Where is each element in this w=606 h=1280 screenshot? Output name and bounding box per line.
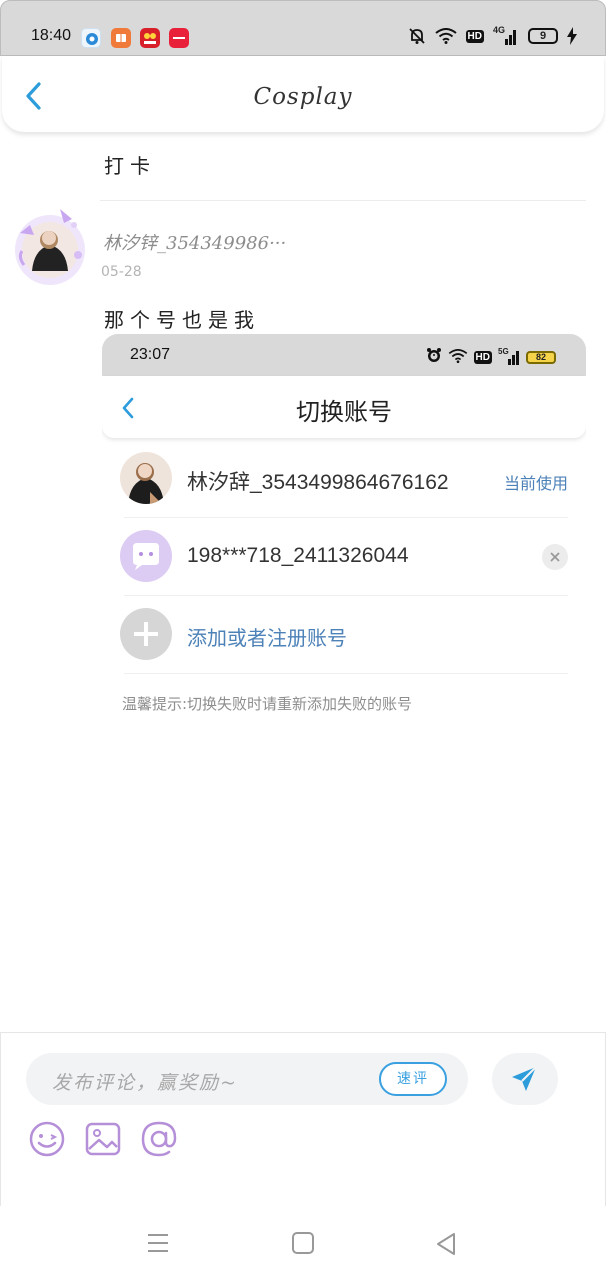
hd-badge: HD xyxy=(465,29,484,43)
account-name: 林汐辞_3543499864676162 xyxy=(187,471,449,494)
previous-comment-text: 打卡 xyxy=(104,154,156,178)
current-account-badge: 当前使用 xyxy=(503,474,568,493)
wifi-icon xyxy=(434,28,457,44)
book-app-icon xyxy=(111,28,131,48)
comment-divider xyxy=(100,200,586,201)
attached-screenshot[interactable]: 23:07 HD 5G 82 切换账号 林汐辞_3543499864676162… xyxy=(102,334,586,728)
avatar[interactable] xyxy=(12,205,92,289)
screenshot-status-right: HD 5G 82 xyxy=(426,347,556,367)
plus-icon xyxy=(120,608,172,660)
alarm-icon xyxy=(426,347,442,367)
header-bar: Cosplay xyxy=(2,56,604,132)
system-nav-bar xyxy=(0,1206,606,1280)
chat-bubble-avatar-icon xyxy=(120,530,172,582)
account-row-other: 198***718_2411326044 xyxy=(120,518,568,596)
network-type: 4G xyxy=(493,25,506,35)
signal-4g-icon: 4G xyxy=(493,25,519,45)
battery-indicator: 9 xyxy=(528,28,558,44)
status-bar: 18:40 HD 4G 9 xyxy=(0,0,606,56)
status-time: 18:40 xyxy=(31,27,72,44)
screenshot-battery: 82 xyxy=(526,350,556,364)
bell-off-icon xyxy=(408,27,426,45)
row-separator xyxy=(124,673,568,674)
qq-browser-icon xyxy=(81,28,101,48)
back-triangle-icon[interactable] xyxy=(434,1232,458,1260)
account-row-current: 林汐辞_3543499864676162 当前使用 xyxy=(120,440,568,518)
screenshot-status-bar: 23:07 HD 5G 82 xyxy=(102,334,586,376)
account-name: 198***718_2411326044 xyxy=(187,544,409,567)
add-account-row: 添加或者注册账号 xyxy=(120,596,568,674)
menu-icon[interactable] xyxy=(146,1232,170,1258)
screenshot-title: 切换账号 xyxy=(296,398,392,426)
emoji-icon[interactable] xyxy=(27,1119,67,1159)
home-icon[interactable] xyxy=(291,1232,315,1258)
close-icon xyxy=(542,544,568,570)
comment-composer: 发布评论，赢奖励~ 速评 xyxy=(0,1032,606,1206)
screenshot-tip: 温馨提示:切换失败时请重新添加失败的账号 xyxy=(122,695,413,713)
hd-badge: HD xyxy=(473,350,492,364)
comment-placeholder: 发布评论，赢奖励~ xyxy=(52,1072,238,1094)
screenshot-network-type: 5G xyxy=(498,347,509,356)
screenshot-header: 切换账号 xyxy=(102,376,586,438)
wifi-icon xyxy=(448,348,468,367)
status-right-group: HD 4G 9 xyxy=(408,25,577,45)
account-avatar xyxy=(120,452,172,504)
send-icon xyxy=(512,1066,537,1091)
signal-5g-icon: 5G xyxy=(498,347,520,365)
charging-icon xyxy=(567,27,577,45)
send-button[interactable] xyxy=(492,1053,558,1105)
quick-comment-button[interactable]: 速评 xyxy=(379,1062,447,1096)
add-account-link: 添加或者注册账号 xyxy=(187,626,347,650)
comment-username[interactable]: 林汐锌_354349986··· xyxy=(103,229,286,255)
comment-text: 那个号也是我 xyxy=(104,308,260,332)
shopping-618-icon xyxy=(140,28,160,48)
comment-date: 05-28 xyxy=(101,264,142,280)
page-title: Cosplay xyxy=(253,84,353,110)
screenshot-status-time: 23:07 xyxy=(130,346,171,363)
image-icon[interactable] xyxy=(83,1119,123,1159)
red-app-icon xyxy=(169,28,189,48)
comment-input[interactable]: 发布评论，赢奖励~ 速评 xyxy=(26,1053,468,1105)
mention-icon[interactable] xyxy=(139,1119,179,1159)
